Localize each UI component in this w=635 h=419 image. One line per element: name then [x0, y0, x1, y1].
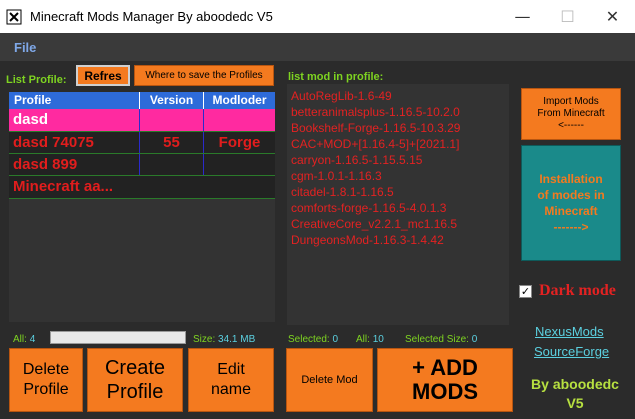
profiles-size-value: 34.1 MB [218, 334, 256, 345]
profiles-size-label: Size: 34.1 MB [193, 334, 256, 345]
where-to-save-button[interactable]: Where to save the Profiles [134, 65, 274, 86]
minimize-icon[interactable]: — [500, 0, 545, 33]
modloader-cell [204, 154, 275, 176]
mod-list-label: list mod in profile: [288, 71, 384, 83]
mods-selected-size-value: 0 [471, 334, 478, 345]
profiles-all-count: 4 [29, 334, 36, 345]
add-mods-button[interactable]: + ADD MODS [377, 348, 513, 412]
list-item[interactable]: CAC+MOD+[1.16.4-5]+[2021.1] [291, 136, 505, 152]
create-profile-button[interactable]: Create Profile [87, 348, 183, 412]
mods-selected-count: 0 [332, 334, 339, 345]
version-cell [140, 154, 204, 176]
edit-name-button[interactable]: Edit name [188, 348, 274, 412]
list-item[interactable]: comforts-forge-1.16.5-4.0.1.3 [291, 200, 505, 216]
mods-selected-label: Selected: 0 [288, 334, 339, 345]
credit-text: By aboodedc V5 [531, 376, 619, 411]
window-title: Minecraft Mods Manager By aboodedc V5 [30, 9, 273, 24]
modloader-cell [204, 176, 275, 198]
mods-selected-size-label: Selected Size: 0 [405, 334, 478, 345]
table-row[interactable]: Minecraft aa... [9, 175, 275, 199]
column-header-modloader[interactable]: Modloder [204, 92, 275, 109]
profile-name-cell: Minecraft aa... [13, 178, 114, 195]
nexusmods-link[interactable]: NexusMods [535, 324, 604, 339]
dark-mode-label[interactable]: Dark mode [539, 282, 616, 300]
list-item[interactable]: betteranimalsplus-1.16.5-10.2.0 [291, 104, 505, 120]
list-item[interactable]: citadel-1.8.1-1.16.5 [291, 184, 505, 200]
refresh-button[interactable]: Refres [76, 65, 130, 86]
list-item[interactable]: CreativeCore_v2.2.1_mc1.16.5 [291, 216, 505, 232]
title-bar: Minecraft Mods Manager By aboodedc V5 — … [0, 0, 635, 33]
list-profile-label: List Profile: [6, 74, 67, 86]
delete-profile-button[interactable]: Delete Profile [9, 348, 83, 412]
installation-button[interactable]: Installation of modes in Minecraft -----… [521, 145, 621, 261]
list-item[interactable]: DungeonsMod-1.16.3-1.4.42 [291, 232, 505, 248]
profile-name-cell: dasd 74075 [9, 132, 140, 154]
column-header-profile[interactable]: Profile [9, 92, 140, 109]
profile-table[interactable]: Profile Version Modloder dasd dasd 74075… [9, 92, 275, 322]
list-item[interactable]: cgm-1.0.1-1.16.3 [291, 168, 505, 184]
app-icon [6, 9, 22, 25]
profile-name-cell: dasd [9, 109, 140, 131]
mod-list[interactable]: AutoRegLib-1.6-49 betteranimalsplus-1.16… [287, 84, 509, 325]
mods-all-count: 10 [372, 334, 384, 345]
table-row[interactable]: dasd 899 [9, 153, 275, 176]
sourceforge-link[interactable]: SourceForge [534, 344, 609, 359]
modloader-cell: Forge [218, 134, 261, 151]
delete-mod-button[interactable]: Delete Mod [286, 348, 373, 412]
mods-all-label: All: 10 [356, 334, 384, 345]
version-cell: 55 [140, 132, 204, 154]
profiles-all-label: All: 4 [13, 334, 36, 345]
version-cell [140, 176, 204, 198]
progress-bar [50, 331, 186, 344]
modloader-cell [204, 109, 275, 131]
version-cell [140, 109, 204, 131]
import-mods-button[interactable]: Import Mods From Minecraft <------ [521, 88, 621, 140]
list-item[interactable]: Bookshelf-Forge-1.16.5-10.3.29 [291, 120, 505, 136]
table-row[interactable]: dasd 74075 55 Forge [9, 131, 275, 154]
dark-mode-checkbox[interactable]: ✓ [519, 285, 532, 298]
close-icon[interactable]: ✕ [590, 0, 635, 33]
list-item[interactable]: AutoRegLib-1.6-49 [291, 88, 505, 104]
maximize-icon[interactable]: ☐ [545, 0, 590, 33]
menu-file[interactable]: File [14, 40, 36, 55]
table-row[interactable]: dasd [9, 109, 275, 131]
column-header-version[interactable]: Version [140, 92, 204, 109]
list-item[interactable]: carryon-1.16.5-1.15.5.15 [291, 152, 505, 168]
menu-bar: File [0, 33, 635, 61]
profile-name-cell: dasd 899 [9, 154, 140, 176]
